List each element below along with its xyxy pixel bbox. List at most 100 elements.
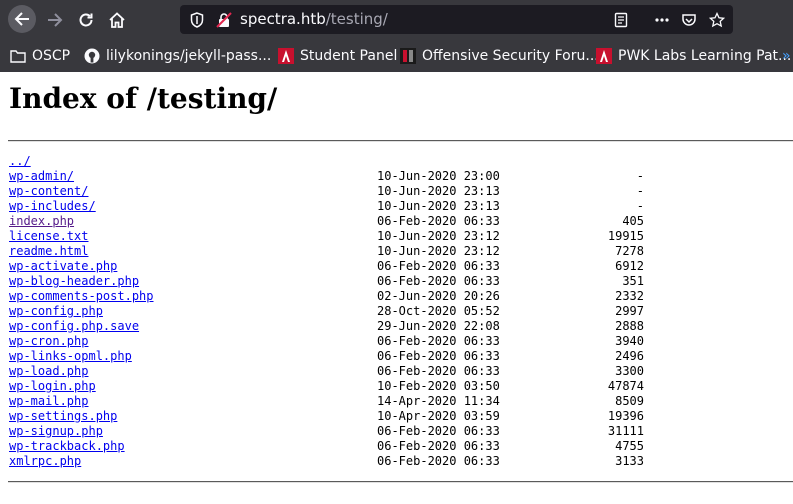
url-path: /testing/	[325, 10, 388, 28]
folder-icon	[10, 50, 26, 63]
file-link[interactable]: wp-includes/	[9, 199, 96, 214]
listing-row: wp-blog-header.php 06-Feb-2020 06:33 351	[9, 274, 793, 289]
file-size: 3300	[615, 364, 644, 378]
divider-top	[8, 140, 793, 142]
listing-row: wp-comments-post.php 02-Jun-2020 20:26 233…	[9, 289, 793, 304]
file-date: 06-Feb-2020 06:33	[377, 454, 500, 468]
page-title: Index of /testing/	[9, 82, 278, 115]
listing-row: wp-config.php 28-Oct-2020 05:52 2997	[9, 304, 793, 319]
file-date: 10-Apr-2020 03:59	[377, 409, 500, 423]
listing-row: ../	[9, 154, 793, 169]
bookmark-star-icon[interactable]	[708, 11, 726, 29]
listing-row: wp-settings.php 10-Apr-2020 03:59 19396	[9, 409, 793, 424]
file-link[interactable]: wp-cron.php	[9, 334, 88, 349]
file-size: -	[636, 184, 644, 198]
file-date: 06-Feb-2020 06:33	[377, 259, 500, 273]
file-size: 19396	[607, 409, 644, 423]
file-link[interactable]: license.txt	[9, 229, 88, 244]
listing-row: wp-mail.php 14-Apr-2020 11:34 8509	[9, 394, 793, 409]
file-link[interactable]: index.php	[9, 214, 74, 229]
address-bar[interactable]: spectra.htb/testing/	[180, 5, 733, 34]
bookmark-oscp[interactable]: OSCP	[10, 45, 70, 67]
listing-row: wp-content/10-Jun-2020 23:13 -	[9, 184, 793, 199]
file-date: 10-Feb-2020 03:50	[377, 379, 500, 393]
file-size: 2496	[615, 349, 644, 363]
file-date: 06-Feb-2020 06:33	[377, 334, 500, 348]
file-link[interactable]: wp-settings.php	[9, 409, 117, 424]
file-size: 4755	[615, 439, 644, 453]
insecure-lock-icon[interactable]	[215, 11, 233, 29]
file-date: 10-Jun-2020 23:12	[377, 229, 500, 243]
forum-icon	[400, 48, 416, 64]
file-link[interactable]: wp-mail.php	[9, 394, 88, 409]
listing-row: wp-load.php 06-Feb-2020 06:33 3300	[9, 364, 793, 379]
listing-row: wp-admin/10-Jun-2020 23:00 -	[9, 169, 793, 184]
page-actions-menu-icon[interactable]	[653, 11, 671, 29]
file-date: 06-Feb-2020 06:33	[377, 424, 500, 438]
file-date: 29-Jun-2020 22:08	[377, 319, 500, 333]
browser-chrome: spectra.htb/testing/ OSCP lilykonings/je…	[0, 0, 793, 72]
bookmarks-toolbar: OSCP lilykonings/jekyll-pass... Student …	[0, 40, 793, 72]
listing-row: wp-links-opml.php 06-Feb-2020 06:33 2496	[9, 349, 793, 364]
home-icon	[109, 12, 125, 28]
file-size: 7278	[615, 244, 644, 258]
listing-row: wp-includes/10-Jun-2020 23:13 -	[9, 199, 793, 214]
pocket-icon[interactable]	[680, 11, 698, 29]
listing-row: wp-login.php 10-Feb-2020 03:50 47874	[9, 379, 793, 394]
offsec-icon	[596, 48, 612, 64]
file-link[interactable]: wp-login.php	[9, 379, 96, 394]
file-date: 06-Feb-2020 06:33	[377, 349, 500, 363]
file-link[interactable]: wp-links-opml.php	[9, 349, 132, 364]
file-link[interactable]: readme.html	[9, 244, 88, 259]
listing-row: wp-cron.php 06-Feb-2020 06:33 3940	[9, 334, 793, 349]
file-link[interactable]: wp-content/	[9, 184, 88, 199]
file-size: 6912	[615, 259, 644, 273]
file-date: 10-Jun-2020 23:12	[377, 244, 500, 258]
bookmark-offsec-forums[interactable]: Offensive Security Foru...	[400, 45, 599, 67]
file-size: 2332	[615, 289, 644, 303]
tracking-protection-shield-icon[interactable]	[188, 11, 206, 29]
file-size: 2888	[615, 319, 644, 333]
listing-row: license.txt 10-Jun-2020 23:12 19915	[9, 229, 793, 244]
file-size: 31111	[607, 424, 644, 438]
listing-row: index.php 06-Feb-2020 06:33 405	[9, 214, 793, 229]
listing-row: xmlrpc.php 06-Feb-2020 06:33 3133	[9, 454, 793, 469]
file-link[interactable]: wp-trackback.php	[9, 439, 125, 454]
url-text[interactable]: spectra.htb/testing/	[240, 10, 388, 28]
listing-row: readme.html 10-Jun-2020 23:12 7278	[9, 244, 793, 259]
file-link[interactable]: wp-blog-header.php	[9, 274, 139, 289]
file-size: 405	[622, 214, 644, 228]
file-date: 06-Feb-2020 06:33	[377, 439, 500, 453]
file-link[interactable]: wp-config.php.save	[9, 319, 139, 334]
file-date: 06-Feb-2020 06:33	[377, 274, 500, 288]
file-link[interactable]: xmlrpc.php	[9, 454, 81, 469]
more-bookmarks-chevron-icon[interactable]: »	[782, 48, 791, 64]
file-link[interactable]: wp-config.php	[9, 304, 103, 319]
file-size: 2997	[615, 304, 644, 318]
bookmark-student-panel[interactable]: Student Panel	[278, 45, 397, 67]
file-size: 3133	[615, 454, 644, 468]
file-link[interactable]: wp-comments-post.php	[9, 289, 154, 304]
file-link[interactable]: wp-signup.php	[9, 424, 103, 439]
bookmark-pwk-labs[interactable]: PWK Labs Learning Pat...	[596, 45, 791, 67]
file-date: 10-Jun-2020 23:13	[377, 184, 500, 198]
file-link[interactable]: wp-admin/	[9, 169, 74, 184]
bookmark-label: lilykonings/jekyll-pass...	[106, 48, 272, 64]
reader-view-icon[interactable]	[612, 11, 630, 29]
listing-row: wp-signup.php 06-Feb-2020 06:33 31111	[9, 424, 793, 439]
file-link[interactable]: wp-activate.php	[9, 259, 117, 274]
file-size: -	[636, 169, 644, 183]
file-size: 351	[622, 274, 644, 288]
file-date: 10-Jun-2020 23:13	[377, 199, 500, 213]
bookmark-label: PWK Labs Learning Pat...	[618, 48, 792, 64]
listing-row: wp-config.php.save 29-Jun-2020 22:08 2888	[9, 319, 793, 334]
back-button[interactable]	[8, 5, 36, 33]
file-size: 3940	[615, 334, 644, 348]
home-button[interactable]	[104, 7, 130, 33]
file-link[interactable]: ../	[9, 154, 31, 169]
reload-button[interactable]	[73, 7, 99, 33]
bookmark-jekyll-pass[interactable]: lilykonings/jekyll-pass...	[84, 45, 271, 67]
file-link[interactable]: wp-load.php	[9, 364, 88, 379]
forward-button[interactable]	[42, 7, 68, 33]
divider-bottom	[8, 481, 793, 483]
